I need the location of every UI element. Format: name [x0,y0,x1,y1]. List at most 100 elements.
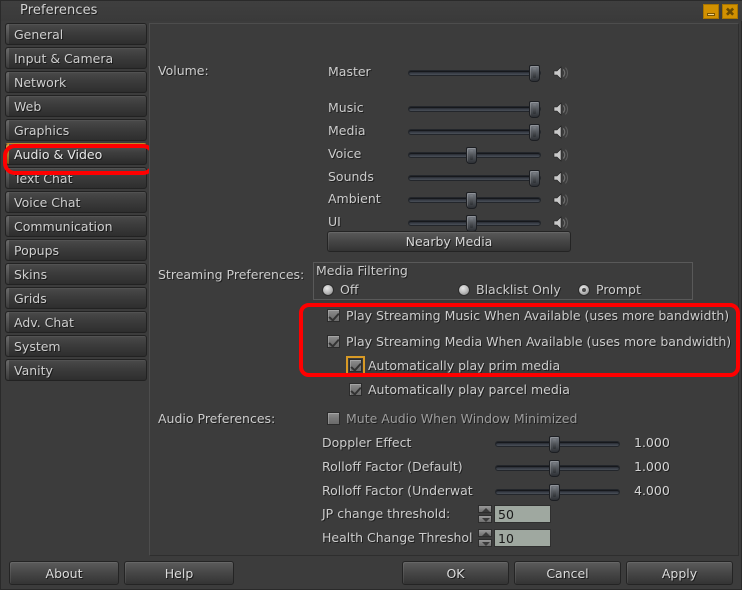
spinner-down-icon[interactable] [478,539,492,547]
sidebar-item-vanity[interactable]: Vanity [5,359,147,381]
checkbox-box[interactable] [346,356,365,375]
spinner-up-icon[interactable] [478,529,492,537]
checkbox-box[interactable] [327,309,340,322]
speaker-icon[interactable] [552,124,570,140]
slider-thumb[interactable] [466,192,478,209]
radio-button[interactable] [578,283,590,296]
sidebar-item-text-chat[interactable]: Text Chat [5,167,147,189]
volume-slider-label-media: Media [328,123,366,138]
volume-slider-label-sounds: Sounds [328,169,374,184]
sidebar-item-label: Adv. Chat [14,314,74,330]
close-glyph: ✖ [724,4,736,19]
audio-slider-1[interactable] [495,460,620,477]
radio-label: Off [340,282,359,297]
sidebar-item-adv-chat[interactable]: Adv. Chat [5,311,147,333]
streaming-checkbox-0[interactable]: Play Streaming Music When Available (use… [327,308,729,323]
checkbox-box[interactable] [327,335,340,348]
audio-video-panel: Volume: Master Music Media Voice Sounds Ambie… [149,23,739,556]
help-button[interactable]: Help [124,561,234,585]
spinner-1[interactable] [478,529,551,547]
slider-thumb[interactable] [529,124,540,141]
media-filtering-title: Media Filtering [316,263,408,278]
apply-button[interactable]: Apply [626,561,733,585]
volume-slider-label-voice: Voice [328,146,362,161]
spinner-input-1[interactable] [494,529,551,547]
volume-slider-voice[interactable] [408,147,541,164]
radio-button[interactable] [322,283,334,296]
spinner-arrows[interactable] [478,529,492,547]
mute-audio-checkbox[interactable]: Mute Audio When Window Minimized [327,411,577,426]
volume-slider-music[interactable] [408,101,541,118]
sidebar-item-web[interactable]: Web [5,95,147,117]
mute-audio-checkbox-box[interactable] [327,412,340,425]
audio-slider-0[interactable] [495,436,620,453]
slider-thumb[interactable] [466,147,478,164]
speaker-icon[interactable] [552,192,570,208]
volume-slider-media[interactable] [408,124,541,141]
volume-slider-ui[interactable] [408,215,541,232]
streaming-checkbox-3[interactable]: Automatically play parcel media [349,382,570,397]
slider-track [408,175,541,181]
volume-slider-label-master: Master [328,64,371,79]
spinner-0[interactable] [478,505,551,523]
nearby-media-button[interactable]: Nearby Media [327,231,571,252]
volume-slider-ambient[interactable] [408,192,541,209]
checkbox-box[interactable] [349,383,362,396]
preferences-window: Preferences ✖ General Input & Camera Netwo… [0,0,742,590]
media-filtering-radio-blacklist-only[interactable]: Blacklist Only [458,282,561,297]
speaker-icon[interactable] [552,170,570,186]
slider-thumb[interactable] [549,484,561,501]
speaker-icon[interactable] [552,101,570,117]
speaker-icon[interactable] [552,65,570,81]
volume-slider-label-ambient: Ambient [328,191,381,206]
sidebar-item-voice-chat[interactable]: Voice Chat [5,191,147,213]
media-filtering-radio-off[interactable]: Off [322,282,358,297]
audio-slider-label-2: Rolloff Factor (Underwat [322,483,473,498]
slider-track [408,129,541,135]
sidebar-item-grids[interactable]: Grids [5,287,147,309]
streaming-section-label: Streaming Preferences: [158,267,305,282]
ok-button[interactable]: OK [402,561,509,585]
streaming-checkbox-1[interactable]: Play Streaming Media When Available (use… [327,334,731,349]
sidebar-item-label: Text Chat [14,170,73,186]
sidebar-item-label: Communication [14,218,113,234]
speaker-icon[interactable] [552,215,570,231]
slider-thumb[interactable] [529,65,540,82]
minimize-icon[interactable] [703,4,719,19]
sidebar-item-graphics[interactable]: Graphics [5,119,147,141]
audio-slider-2[interactable] [495,484,620,501]
sidebar-item-audio-video[interactable]: Audio & Video [5,143,147,165]
slider-thumb[interactable] [466,215,478,232]
slider-track [408,70,541,76]
sidebar-item-label: System [14,338,61,354]
sidebar-item-network[interactable]: Network [5,71,147,93]
checkbox-label: Automatically play prim media [368,358,561,373]
spinner-up-icon[interactable] [478,505,492,513]
cancel-button[interactable]: Cancel [514,561,621,585]
spinner-down-icon[interactable] [478,515,492,523]
slider-thumb[interactable] [549,460,561,477]
slider-thumb[interactable] [529,170,540,187]
sidebar-item-skins[interactable]: Skins [5,263,147,285]
speaker-icon[interactable] [552,147,570,163]
streaming-checkbox-2[interactable]: Automatically play prim media [346,356,561,375]
spinner-input-0[interactable] [494,505,551,523]
sidebar-item-input-camera[interactable]: Input & Camera [5,47,147,69]
sidebar-tab-list: General Input & Camera Network Web Graphics A… [5,23,147,553]
sidebar-item-popups[interactable]: Popups [5,239,147,261]
radio-button[interactable] [458,283,470,296]
spinner-label-1: Health Change Threshol [322,530,473,545]
volume-slider-master[interactable] [408,65,541,82]
sidebar-item-system[interactable]: System [5,335,147,357]
about-button[interactable]: About [9,561,119,585]
volume-slider-sounds[interactable] [408,170,541,187]
slider-thumb[interactable] [549,436,561,453]
radio-label: Blacklist Only [476,282,561,297]
sidebar-item-general[interactable]: General [5,23,147,45]
sidebar-item-label: Graphics [14,122,70,138]
close-icon[interactable]: ✖ [722,4,738,19]
spinner-arrows[interactable] [478,505,492,523]
media-filtering-radio-prompt[interactable]: Prompt [578,282,641,297]
slider-thumb[interactable] [529,101,540,118]
sidebar-item-communication[interactable]: Communication [5,215,147,237]
